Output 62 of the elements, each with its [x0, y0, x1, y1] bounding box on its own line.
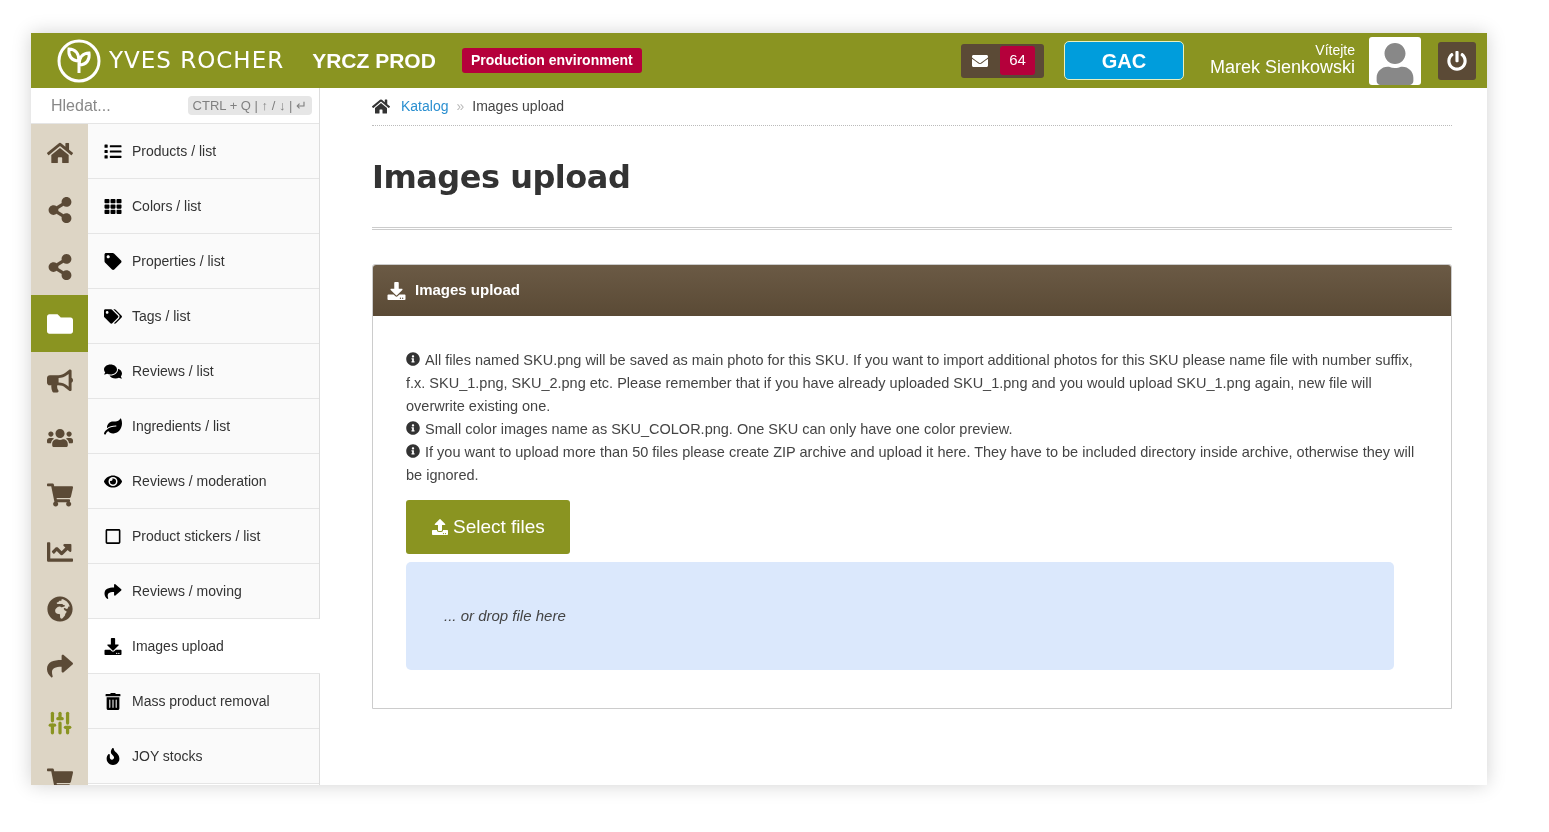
environment-badge: Production environment — [461, 48, 642, 73]
leaf-logo-icon — [57, 38, 101, 83]
list-icon — [104, 142, 122, 160]
home-icon — [372, 98, 390, 115]
grid-icon — [104, 197, 122, 215]
greeting-text: Vítejte — [1315, 42, 1355, 59]
shortcut-hint: CTRL + Q | ↑ / ↓ | ↵ — [187, 95, 312, 116]
menu-item[interactable]: Tags / list — [88, 289, 319, 344]
tag-icon — [104, 252, 122, 270]
trash-icon — [104, 692, 122, 710]
menu-item[interactable]: Reviews / moderation — [88, 454, 319, 509]
menu-item[interactable]: Images upload — [88, 619, 320, 674]
download-icon — [387, 281, 406, 300]
megaphone-icon — [46, 367, 73, 394]
menu-item[interactable]: Products / list — [88, 124, 319, 179]
breadcrumb-current: Images upload — [472, 97, 565, 116]
message-count-badge: 64 — [1000, 46, 1035, 75]
menu-item[interactable]: Properties / list — [88, 234, 319, 289]
info-note: Small color images name as SKU_COLOR.png. One SKU can only have one color preview. — [406, 418, 1418, 441]
breadcrumb-separator: » — [456, 97, 465, 116]
page-title: Images upload — [372, 156, 631, 198]
menu-item[interactable]: JOY stocks — [88, 729, 319, 784]
menu-item[interactable]: Product stickers / list — [88, 509, 319, 564]
brand-name: YVES ROCHER — [109, 46, 285, 76]
menu-item[interactable]: Reviews / list — [88, 344, 319, 399]
power-button[interactable] — [1438, 41, 1476, 80]
share-icon — [46, 253, 73, 280]
forward-arrow-icon — [46, 652, 73, 679]
forward-arrow-icon — [104, 582, 122, 600]
upload-icon — [431, 519, 449, 535]
share-icon — [46, 196, 73, 223]
dropzone-text: ... or drop file here — [444, 605, 566, 626]
menu-item[interactable]: Mass product removal — [88, 674, 319, 729]
chat-icon — [104, 362, 122, 380]
cart-icon — [46, 766, 73, 785]
menu-item[interactable]: Reviews / moving — [88, 564, 319, 619]
home-icon — [46, 139, 73, 166]
rail-item[interactable] — [31, 295, 88, 352]
sliders-icon — [46, 709, 73, 736]
dropzone[interactable]: ... or drop file here — [406, 562, 1394, 670]
info-icon — [406, 421, 420, 435]
leaf-icon — [104, 417, 122, 435]
info-note: If you want to upload more than 50 files please create ZIP archive and upload it here. They have to be included directory inside archive, otherwise they will be ignored. — [406, 443, 1416, 485]
info-note: All files named SKU.png will be saved as main photo for this SKU. If you want to import additional photos for this SKU please name file with number suffix, f.x. SKU_1.png, SKU_2.png etc. Please remember that if you have already uploaded SKU_1.png and you would upload SKU_1.png again, new file will overwrite existing one. — [406, 351, 1414, 416]
instance-name: YRCZ PROD — [312, 47, 436, 74]
fire-icon — [104, 747, 122, 765]
search-field[interactable]: Hledat... — [51, 93, 188, 118]
globe-icon — [46, 595, 73, 622]
mail-icon — [970, 52, 991, 69]
menu-item[interactable]: Ingredients / list — [88, 399, 319, 454]
breadcrumb-link[interactable]: Katalog — [401, 96, 449, 117]
user-name: Marek Sienkowski — [1209, 58, 1355, 79]
download-icon — [104, 637, 122, 655]
info-icon — [406, 444, 420, 458]
panel-title: Images upload — [415, 280, 521, 301]
messages-button[interactable]: 64 — [961, 43, 1044, 78]
info-icon — [406, 352, 420, 366]
tags-icon — [104, 307, 122, 325]
menu-item[interactable]: Colors / list — [88, 179, 319, 234]
cart-icon — [46, 481, 73, 508]
power-icon — [1447, 50, 1467, 71]
avatar[interactable] — [1369, 36, 1421, 85]
